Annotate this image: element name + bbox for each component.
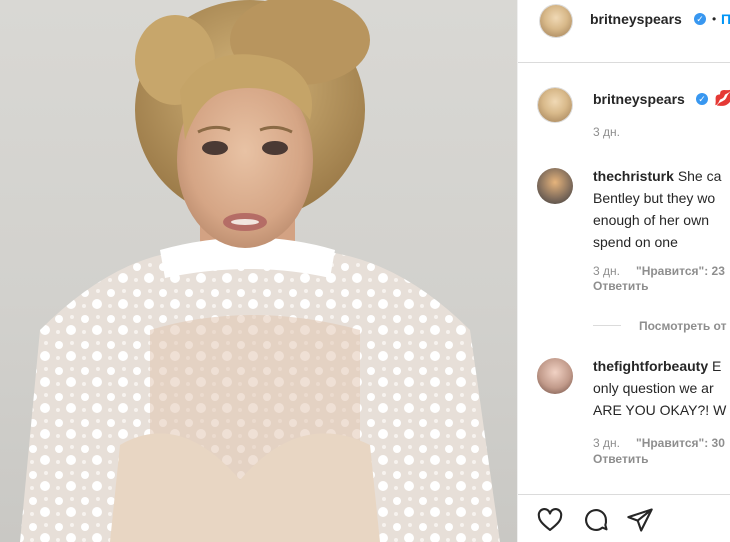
comment-likes[interactable]: "Нравится": 30 xyxy=(636,436,725,450)
header-divider xyxy=(518,62,730,63)
comment-line: only question we ar xyxy=(593,380,714,396)
post-media[interactable] xyxy=(0,0,517,542)
comment-avatar[interactable] xyxy=(537,168,573,204)
reply-button[interactable]: Ответить xyxy=(593,279,648,293)
comment-username[interactable]: thechristurk xyxy=(593,168,674,184)
comment-icon[interactable] xyxy=(582,506,610,534)
header-separator: • xyxy=(712,12,717,26)
post-side-panel: britneyspears ✓ • П britneyspears ✓ 💋 3 … xyxy=(518,0,730,542)
caption-avatar[interactable] xyxy=(538,88,572,122)
actions-divider xyxy=(518,494,730,495)
comment-time[interactable]: 3 дн. xyxy=(593,436,620,450)
comment-likes-count[interactable]: "Нравится": 23 xyxy=(636,264,725,278)
reply-button[interactable]: Ответить xyxy=(593,452,648,466)
post-photo xyxy=(20,0,500,542)
heart-icon[interactable] xyxy=(536,506,564,534)
comment-line: E xyxy=(712,358,722,374)
follow-button[interactable]: П xyxy=(721,11,730,27)
caption-verified-icon: ✓ xyxy=(696,93,708,105)
comment-body: thefightforbeauty E only question we ar … xyxy=(593,355,726,421)
comment-likes-count[interactable]: "Нравится": 30 xyxy=(636,436,725,450)
caption-username[interactable]: britneyspears xyxy=(593,91,685,107)
caption-emoji: 💋 xyxy=(714,90,730,107)
author-avatar[interactable] xyxy=(540,5,572,37)
view-replies-line xyxy=(593,325,621,326)
caption-time[interactable]: 3 дн. xyxy=(593,125,620,139)
comment-line: enough of her own xyxy=(593,212,709,228)
comment-time[interactable]: 3 дн. xyxy=(593,264,620,278)
comment-line: ARE YOU OKAY?! W xyxy=(593,402,727,418)
comment-line: Bentley but they wo xyxy=(593,190,716,206)
view-replies-button[interactable]: Посмотреть от xyxy=(639,319,726,333)
comment-likes[interactable]: "Нравится": 23 xyxy=(636,264,725,278)
comment-username[interactable]: thefightforbeauty xyxy=(593,358,708,374)
comment-line: She ca xyxy=(677,168,722,184)
comment-line: spend on one xyxy=(593,234,678,250)
paper-plane-icon[interactable] xyxy=(626,506,654,534)
comment-avatar[interactable] xyxy=(537,358,573,394)
comment-body: thechristurk She ca Bentley but they wo … xyxy=(593,165,721,253)
author-username[interactable]: britneyspears xyxy=(590,11,682,27)
verified-badge-icon: ✓ xyxy=(694,13,706,25)
